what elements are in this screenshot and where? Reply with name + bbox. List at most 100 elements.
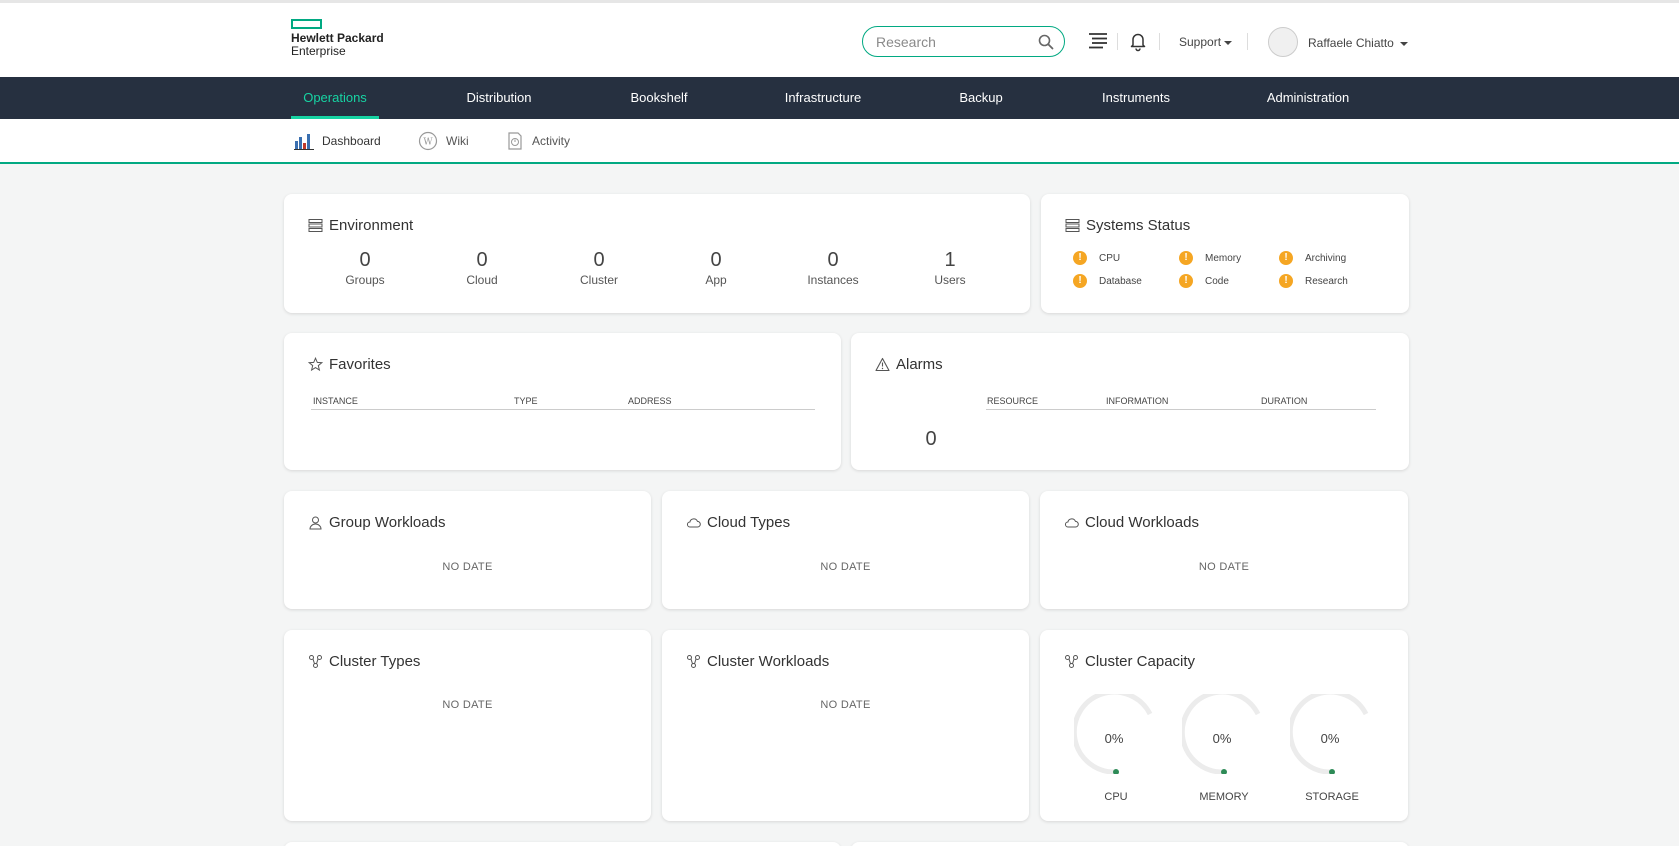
activity-icon xyxy=(508,132,522,150)
stat-value: 0 xyxy=(710,249,722,271)
cpu-gauge-value: 0% xyxy=(1104,731,1124,746)
cluster-workloads-title: Cluster Workloads xyxy=(686,653,829,670)
stat-value: 0 xyxy=(827,249,839,271)
header-divider xyxy=(1159,33,1160,50)
cloud-icon xyxy=(1064,518,1079,528)
logo-text-line2: Enterprise xyxy=(291,44,346,58)
bar-chart-icon xyxy=(294,134,314,150)
search-input[interactable] xyxy=(876,32,1036,52)
stat-label: Cluster xyxy=(579,273,618,287)
subnav-dashboard[interactable]: Dashboard xyxy=(294,131,381,151)
warning-icon: ! xyxy=(1279,251,1293,265)
cluster-capacity-card: Cluster Capacity 0% CPU 0% MEMORY 0% STO… xyxy=(1040,630,1408,821)
status-code: ! Code xyxy=(1179,274,1229,288)
server-icon xyxy=(308,219,323,232)
cloud-types-title-text: Cloud Types xyxy=(707,514,791,531)
col-instance[interactable]: INSTANCE xyxy=(313,396,358,406)
stat-value: 0 xyxy=(476,249,488,271)
status-memory: ! Memory xyxy=(1179,251,1241,265)
nav-administration[interactable]: Administration xyxy=(1262,77,1354,119)
chevron-down-icon xyxy=(1399,41,1408,46)
server-icon xyxy=(1065,219,1080,232)
stat-label: Instances xyxy=(807,273,859,287)
nav-infrastructure[interactable]: Infrastructure xyxy=(779,77,867,119)
group-workloads-title: Group Workloads xyxy=(308,514,445,531)
cluster-capacity-title-text: Cluster Capacity xyxy=(1085,653,1196,670)
support-label: Support xyxy=(1179,35,1222,49)
alarms-title-text: Alarms xyxy=(896,356,943,373)
nav-operations[interactable]: Operations xyxy=(291,77,379,119)
cluster-icon xyxy=(309,655,322,668)
cloud-workloads-title: Cloud Workloads xyxy=(1064,514,1199,531)
list-icon[interactable] xyxy=(1087,30,1109,52)
cluster-types-title-text: Cluster Types xyxy=(329,653,421,670)
bell-icon[interactable] xyxy=(1127,30,1149,52)
favorites-card: Favorites INSTANCE TYPE ADDRESS xyxy=(284,333,841,470)
col-duration[interactable]: DURATION xyxy=(1261,396,1307,406)
alarms-table-header: RESOURCE INFORMATION DURATION xyxy=(986,396,1376,410)
nav-instruments[interactable]: Instruments xyxy=(1094,77,1178,119)
alarms-title: Alarms xyxy=(875,356,943,373)
warning-icon: ! xyxy=(1073,251,1087,265)
stat-value: 0 xyxy=(359,249,371,271)
empty-state: NO DATE xyxy=(820,699,871,711)
header-divider xyxy=(1247,33,1248,50)
col-resource[interactable]: RESOURCE xyxy=(987,396,1038,406)
systems-status-card: Systems Status ! CPU ! Memory ! Archiving !… xyxy=(1041,194,1409,313)
nav-bookshelf[interactable]: Bookshelf xyxy=(620,77,698,119)
stat-label: Cloud xyxy=(466,273,498,287)
col-information[interactable]: INFORMATION xyxy=(1106,396,1168,406)
star-icon xyxy=(308,357,323,372)
stat-users[interactable]: 1 Users xyxy=(910,248,990,287)
stat-groups[interactable]: 0 Groups xyxy=(325,248,405,287)
wiki-icon: W xyxy=(418,131,438,151)
user-group-icon xyxy=(309,516,322,530)
stat-label: Users xyxy=(934,273,966,287)
warning-icon: ! xyxy=(1179,274,1193,288)
subnav-wiki[interactable]: W Wiki xyxy=(418,131,469,151)
col-type[interactable]: TYPE xyxy=(514,396,538,406)
cpu-gauge-label: CPU xyxy=(1104,791,1128,803)
environment-title: Environment xyxy=(308,217,413,234)
group-workloads-title-text: Group Workloads xyxy=(329,514,446,531)
empty-state: NO DATE xyxy=(442,561,493,573)
alarms-count: 0 xyxy=(925,428,937,450)
systems-status-title-text: Systems Status xyxy=(1086,217,1191,234)
empty-state: NO DATE xyxy=(820,561,871,573)
col-address[interactable]: ADDRESS xyxy=(628,396,672,406)
stat-app[interactable]: 0 App xyxy=(676,248,756,287)
search-icon[interactable] xyxy=(1037,33,1055,51)
support-menu[interactable]: Support xyxy=(1179,35,1233,49)
systems-status-title: Systems Status xyxy=(1065,217,1190,234)
bottom-card-left xyxy=(284,842,841,846)
hpe-logo-mark xyxy=(291,19,322,29)
user-menu[interactable]: Raffaele Chiatto xyxy=(1308,36,1408,50)
cluster-icon xyxy=(1065,655,1078,668)
hpe-logo[interactable]: Hewlett Packard Enterprise xyxy=(291,19,384,58)
svg-text:W: W xyxy=(423,138,433,148)
warning-triangle-icon xyxy=(875,357,890,372)
avatar[interactable] xyxy=(1268,27,1298,57)
warning-icon: ! xyxy=(1073,274,1087,288)
cloud-icon xyxy=(686,518,701,528)
stat-label: App xyxy=(705,273,727,287)
warning-icon: ! xyxy=(1179,251,1193,265)
stat-cluster[interactable]: 0 Cluster xyxy=(559,248,639,287)
cluster-workloads-card: Cluster Workloads NO DATE xyxy=(662,630,1029,821)
top-header: Hewlett Packard Enterprise Support Raffa… xyxy=(0,0,1679,77)
stat-instances[interactable]: 0 Instances xyxy=(793,248,873,287)
stat-cloud[interactable]: 0 Cloud xyxy=(442,248,522,287)
main-nav: Operations Distribution Bookshelf Infras… xyxy=(0,77,1679,119)
empty-state: NO DATE xyxy=(1198,561,1250,573)
storage-gauge-value: 0% xyxy=(1320,731,1340,746)
empty-state: NO DATE xyxy=(442,699,493,711)
subnav-activity-label: Activity xyxy=(532,134,571,148)
nav-distribution[interactable]: Distribution xyxy=(455,77,543,119)
status-label: Database xyxy=(1099,275,1142,287)
sub-nav: Dashboard W Wiki Activity xyxy=(0,119,1679,164)
storage-gauge-label: STORAGE xyxy=(1305,791,1359,803)
status-cpu: ! CPU xyxy=(1073,251,1120,265)
subnav-activity[interactable]: Activity xyxy=(506,131,570,151)
memory-gauge-label: MEMORY xyxy=(1199,791,1249,803)
nav-backup[interactable]: Backup xyxy=(950,77,1012,119)
